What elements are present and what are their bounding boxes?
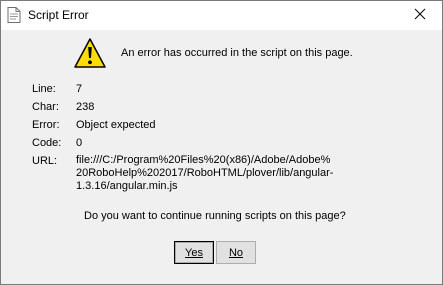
no-button[interactable]: No: [216, 241, 256, 264]
dialog-body: An error has occurred in the script on t…: [1, 30, 442, 285]
url-label: URL:: [32, 155, 58, 167]
url-value: file:///C:/Program%20Files%20(x86)/Adobe…: [76, 154, 376, 193]
window-title: Script Error: [28, 8, 89, 22]
code-value: 0: [76, 137, 83, 149]
char-value: 238: [76, 101, 95, 113]
yes-button[interactable]: Yes: [174, 241, 214, 264]
no-button-label: No: [228, 246, 244, 259]
url-line: file:///C:/Program%20Files%20(x86)/Adobe…: [76, 154, 331, 166]
script-error-dialog: Script Error An error has occurred in th…: [0, 0, 443, 285]
script-page-icon: [7, 7, 21, 23]
error-message: An error has occurred in the script on t…: [121, 47, 353, 59]
line-label: Line:: [32, 83, 56, 95]
yes-button-label: Yes: [185, 246, 203, 259]
continue-question: Do you want to continue running scripts …: [84, 210, 346, 222]
close-icon: [414, 8, 426, 23]
char-label: Char:: [32, 101, 59, 113]
url-line: 20RoboHelp%202017/RoboHTML/plover/lib/an…: [76, 167, 334, 179]
code-label: Code:: [32, 137, 62, 149]
warning-triangle-icon: [73, 37, 107, 69]
error-label: Error:: [32, 119, 60, 131]
close-button[interactable]: [398, 1, 442, 30]
url-line: 1.3.16/angular.min.js: [76, 180, 178, 192]
error-value: Object expected: [76, 119, 156, 131]
title-bar: Script Error: [1, 1, 442, 30]
line-value: 7: [76, 83, 83, 95]
